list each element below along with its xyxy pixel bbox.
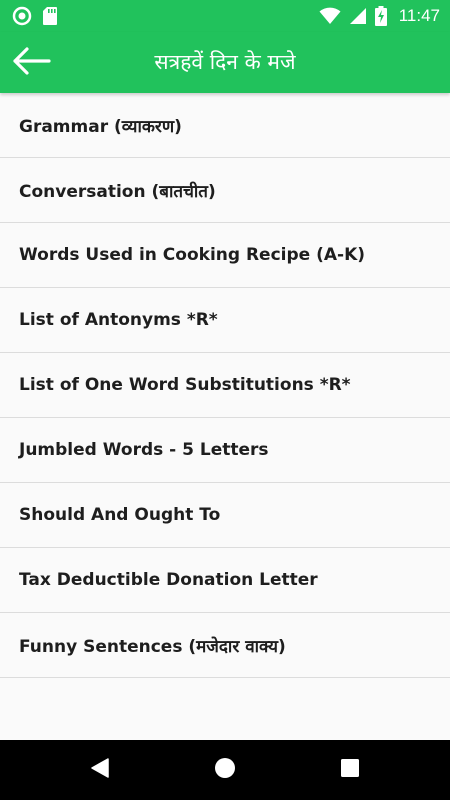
status-bar: 11:47 [0,0,450,32]
circle-notification-icon [12,6,32,26]
status-right-icons: 11:47 [319,5,440,27]
list-item-should-ought[interactable]: Should And Ought To [0,483,450,548]
nav-recents-button[interactable] [334,754,366,786]
list-item-label: Conversation (बातचीत) [19,181,216,202]
list-item-donation-letter[interactable]: Tax Deductible Donation Letter [0,548,450,613]
list-item-antonyms[interactable]: List of Antonyms *R* [0,288,450,353]
list-item-label: Jumbled Words - 5 Letters [19,440,269,460]
page-title: सत्रहवें दिन के मजे [154,50,296,74]
signal-icon [349,7,367,25]
list-item-grammar[interactable]: Grammar (व्याकरण) [0,93,450,158]
back-triangle-icon [90,757,110,783]
list-item-label: Tax Deductible Donation Letter [19,570,318,590]
nav-home-button[interactable] [209,754,241,786]
list-item-funny-sentences[interactable]: Funny Sentences (मजेदार वाक्य) [0,613,450,678]
list-item-label: Should And Ought To [19,505,221,525]
list-item-conversation[interactable]: Conversation (बातचीत) [0,158,450,223]
list-item-label: List of Antonyms *R* [19,310,218,330]
nav-back-button[interactable] [84,754,116,786]
list-item-label: Words Used in Cooking Recipe (A-K) [19,245,366,265]
navigation-bar [0,740,450,800]
app-bar: सत्रहवें दिन के मजे [0,32,450,93]
recents-square-icon [340,758,360,782]
home-circle-icon [214,757,236,783]
status-time: 11:47 [398,6,440,25]
arrow-left-icon [11,47,51,79]
app-screen: 11:47 सत्रहवें दिन के मजे Grammar (व्याक… [0,0,450,800]
list-item-jumbled-words[interactable]: Jumbled Words - 5 Letters [0,418,450,483]
wifi-icon [319,7,341,25]
topic-list: Grammar (व्याकरण) Conversation (बातचीत) … [0,93,450,740]
list-item-label: Funny Sentences (मजेदार वाक्य) [19,636,286,657]
list-item-one-word-substitutions[interactable]: List of One Word Substitutions *R* [0,353,450,418]
list-item-cooking-words[interactable]: Words Used in Cooking Recipe (A-K) [0,223,450,288]
back-button[interactable] [8,40,54,86]
list-item-label: List of One Word Substitutions *R* [19,375,351,395]
status-left-icons [12,6,58,26]
battery-charging-icon [374,6,387,26]
sd-card-icon [42,6,58,26]
list-item-label: Grammar (व्याकरण) [19,116,182,137]
